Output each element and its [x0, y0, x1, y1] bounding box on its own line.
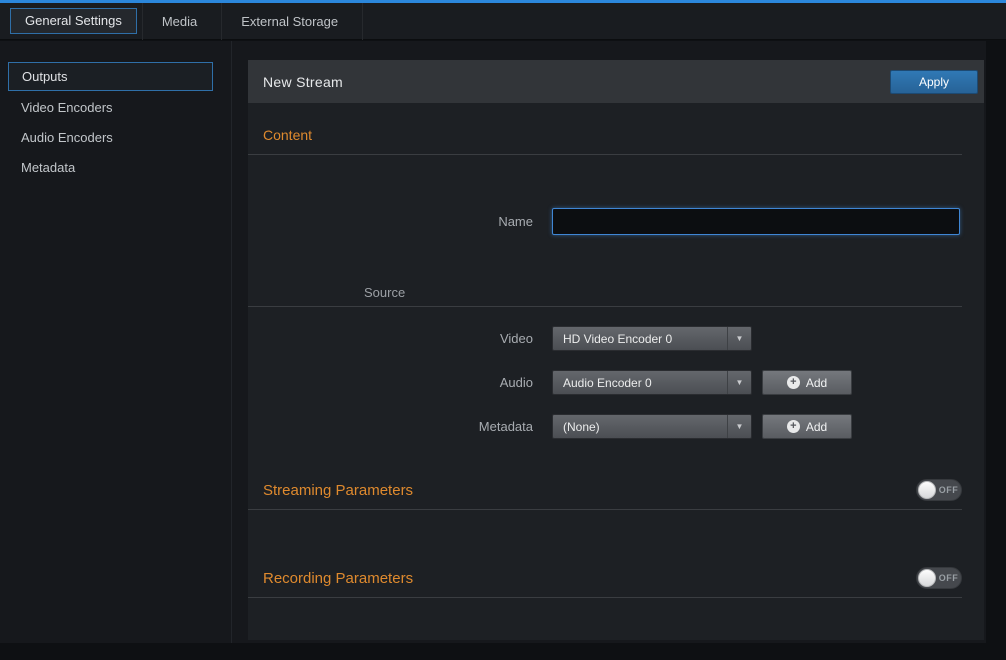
tab-general-settings[interactable]: General Settings	[10, 8, 137, 34]
plus-icon: +	[787, 420, 800, 433]
chevron-down-icon: ▼	[727, 327, 751, 350]
metadata-field-row: Metadata (None) ▼ + Add	[263, 414, 984, 439]
tab-external-storage[interactable]: External Storage	[222, 3, 357, 40]
main-viewport: Outputs Video Encoders Audio Encoders Me…	[0, 41, 986, 643]
divider	[248, 509, 962, 510]
panel-title: New Stream	[263, 74, 343, 90]
add-audio-label: Add	[806, 376, 827, 390]
audio-field-row: Audio Audio Encoder 0 ▼ + Add	[263, 370, 984, 395]
toggle-knob	[918, 569, 936, 587]
chevron-down-icon: ▼	[727, 371, 751, 394]
content-section-heading: Content	[263, 127, 962, 143]
add-metadata-label: Add	[806, 420, 827, 434]
new-stream-panel: New Stream Apply Content Name Source Vid…	[248, 60, 984, 640]
recording-parameters-heading: Recording Parameters	[263, 570, 413, 587]
streaming-parameters-heading: Streaming Parameters	[263, 482, 413, 499]
plus-icon: +	[787, 376, 800, 389]
audio-source-value: Audio Encoder 0	[563, 376, 652, 390]
sidebar-item-audio-encoders[interactable]: Audio Encoders	[0, 123, 231, 153]
name-field-row: Name	[263, 208, 984, 235]
recording-parameters-section: Recording Parameters OFF	[263, 567, 962, 589]
toggle-state-label: OFF	[936, 485, 961, 495]
sidebar-item-outputs[interactable]: Outputs	[8, 62, 213, 91]
top-tab-bar: General Settings Media External Storage	[0, 3, 1006, 40]
chevron-down-icon: ▼	[727, 415, 751, 438]
video-label: Video	[263, 331, 533, 346]
sidebar: Outputs Video Encoders Audio Encoders Me…	[0, 41, 232, 643]
recording-parameters-toggle[interactable]: OFF	[916, 567, 962, 589]
toggle-knob	[918, 481, 936, 499]
metadata-source-value: (None)	[563, 420, 600, 434]
apply-button[interactable]: Apply	[890, 70, 978, 94]
name-input[interactable]	[552, 208, 960, 235]
metadata-label: Metadata	[263, 419, 533, 434]
video-field-row: Video HD Video Encoder 0 ▼	[263, 326, 984, 351]
audio-source-select[interactable]: Audio Encoder 0 ▼	[552, 370, 752, 395]
divider	[248, 597, 962, 598]
video-source-select[interactable]: HD Video Encoder 0 ▼	[552, 326, 752, 351]
sidebar-item-metadata[interactable]: Metadata	[0, 153, 231, 183]
add-metadata-button[interactable]: + Add	[762, 414, 852, 439]
toggle-state-label: OFF	[936, 573, 961, 583]
divider	[248, 306, 962, 307]
streaming-parameters-section: Streaming Parameters OFF	[263, 479, 962, 501]
sidebar-item-video-encoders[interactable]: Video Encoders	[0, 93, 231, 123]
audio-label: Audio	[263, 375, 533, 390]
video-source-value: HD Video Encoder 0	[563, 332, 672, 346]
divider	[248, 154, 962, 155]
tab-media[interactable]: Media	[143, 3, 216, 40]
panel-header: New Stream Apply	[248, 60, 984, 103]
app-window: General Settings Media External Storage …	[0, 0, 1006, 660]
add-audio-button[interactable]: + Add	[762, 370, 852, 395]
tab-separator	[362, 3, 363, 40]
streaming-parameters-toggle[interactable]: OFF	[916, 479, 962, 501]
name-label: Name	[263, 214, 533, 229]
metadata-source-select[interactable]: (None) ▼	[552, 414, 752, 439]
source-label: Source	[364, 285, 984, 300]
